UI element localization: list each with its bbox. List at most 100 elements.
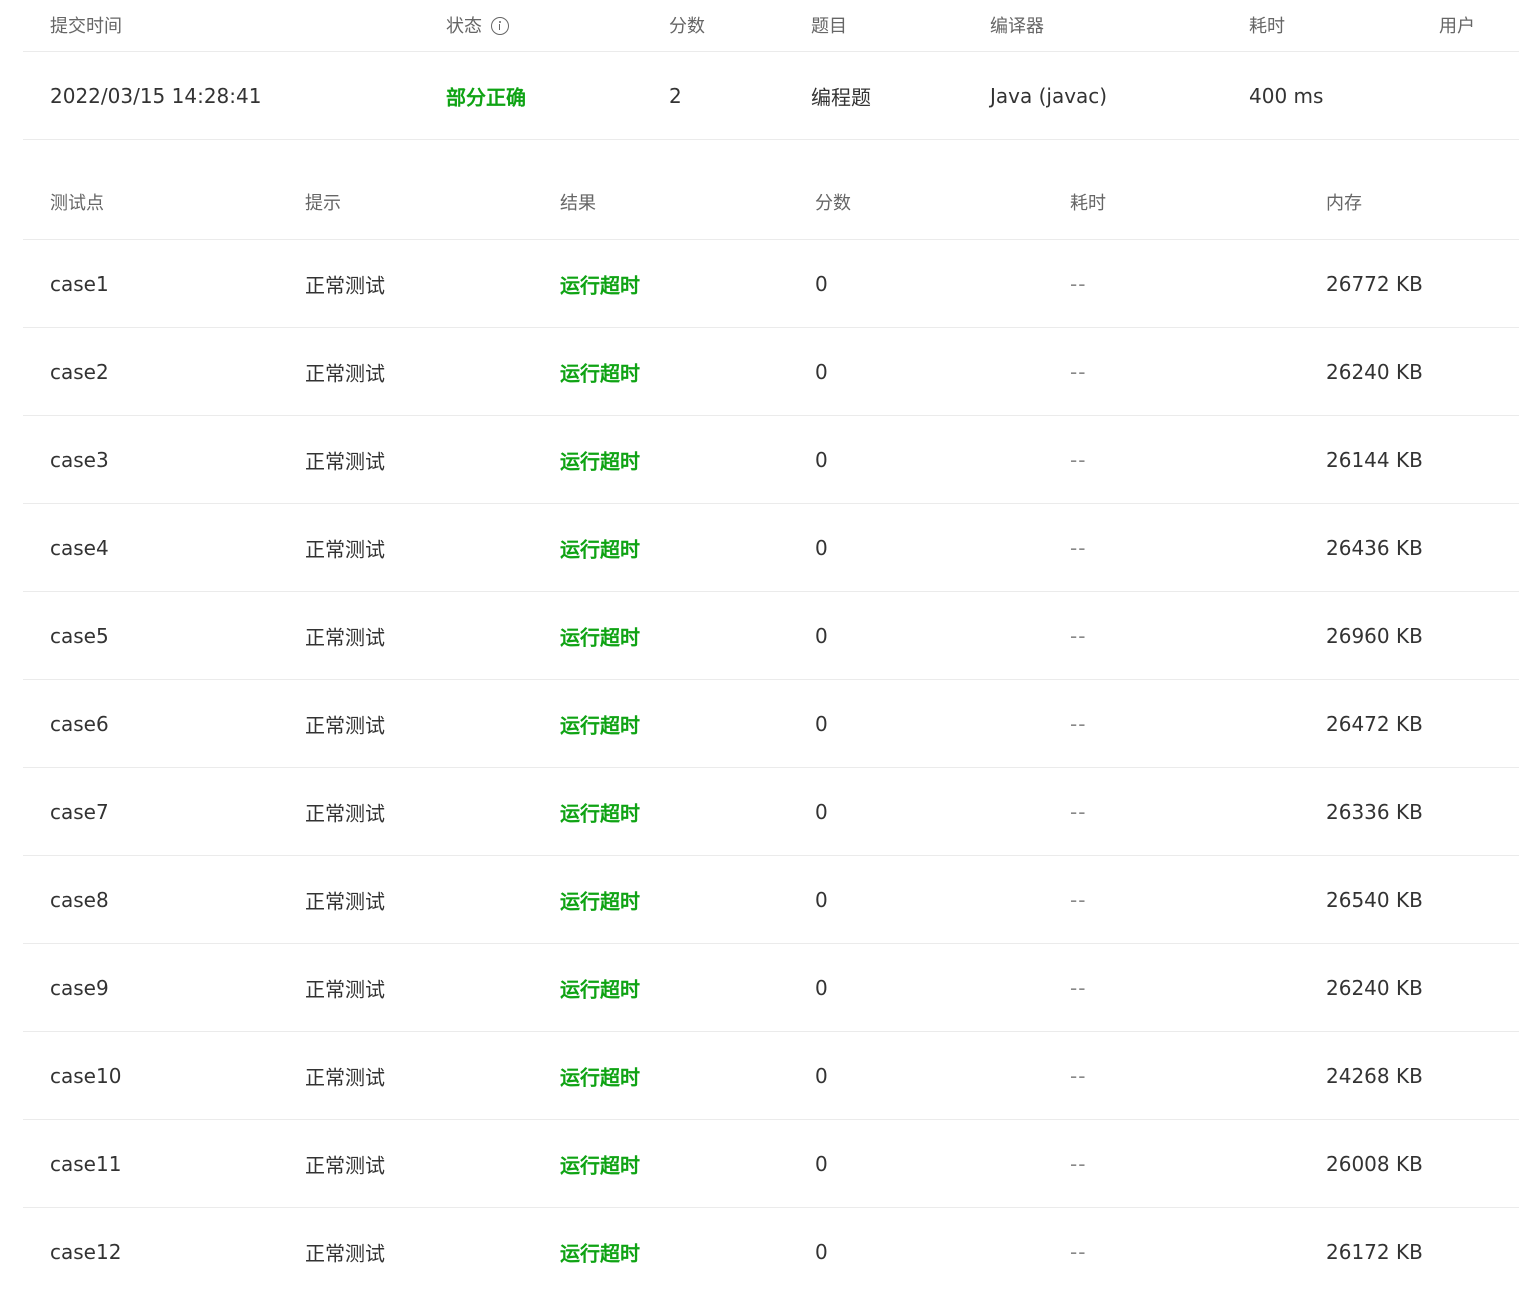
case-memory: 26540 KB [1326,887,1423,912]
header-user: 用户 [1439,16,1475,37]
header-memory: 内存 [1326,193,1362,214]
case-score: 0 [815,535,828,560]
table-row: case3 正常测试 运行超时 0 -- 26144 KB [23,416,1519,504]
case-memory: 26240 KB [1326,359,1423,384]
case-header-row: 测试点 提示 结果 分数 耗时 内存 [23,140,1519,240]
header-case-score: 分数 [815,193,851,214]
case-name: case5 [50,623,109,648]
case-score: 0 [815,1151,828,1176]
case-result: 运行超时 [560,449,640,473]
case-memory: 26008 KB [1326,1151,1423,1176]
case-result: 运行超时 [560,1065,640,1089]
case-name: case11 [50,1151,122,1176]
case-result: 运行超时 [560,713,640,737]
header-status-label: 状态 [446,16,482,37]
case-time: -- [1070,359,1087,384]
case-hint: 正常测试 [305,1065,385,1089]
header-case: 测试点 [50,193,104,214]
case-result: 运行超时 [560,801,640,825]
case-name: case3 [50,447,109,472]
case-time: -- [1070,799,1087,824]
case-hint: 正常测试 [305,801,385,825]
case-time: -- [1070,623,1087,648]
case-time: -- [1070,447,1087,472]
header-status: 状态 [446,12,509,38]
case-result: 运行超时 [560,1241,640,1265]
case-result: 运行超时 [560,889,640,913]
case-time: -- [1070,711,1087,736]
case-memory: 26144 KB [1326,447,1423,472]
info-icon[interactable] [491,17,509,35]
case-score: 0 [815,447,828,472]
case-time: -- [1070,975,1087,1000]
table-row: case2 正常测试 运行超时 0 -- 26240 KB [23,328,1519,416]
case-result: 运行超时 [560,273,640,297]
table-row: case10 正常测试 运行超时 0 -- 24268 KB [23,1032,1519,1120]
case-time: -- [1070,1151,1087,1176]
case-score: 0 [815,1239,828,1264]
case-score: 0 [815,271,828,296]
case-score: 0 [815,1063,828,1088]
case-memory: 26772 KB [1326,271,1423,296]
case-hint: 正常测试 [305,889,385,913]
case-hint: 正常测试 [305,713,385,737]
header-problem: 题目 [811,16,847,37]
case-name: case1 [50,271,109,296]
table-row: case8 正常测试 运行超时 0 -- 26540 KB [23,856,1519,944]
case-score: 0 [815,799,828,824]
submission-duration: 400 ms [1249,83,1324,108]
table-row: case11 正常测试 运行超时 0 -- 26008 KB [23,1120,1519,1208]
case-hint: 正常测试 [305,625,385,649]
header-score: 分数 [669,16,705,37]
case-result: 运行超时 [560,361,640,385]
case-result: 运行超时 [560,537,640,561]
case-name: case9 [50,975,109,1000]
submission-detail: 提交时间 状态 分数 题目 编译器 耗时 用户 2022/03/15 14:28… [23,0,1519,1295]
submission-score: 2 [669,83,682,108]
case-name: case8 [50,887,109,912]
submission-problem: 编程题 [811,85,871,109]
case-time: -- [1070,1239,1087,1264]
header-submit-time: 提交时间 [50,16,122,37]
header-result: 结果 [560,193,596,214]
case-name: case12 [50,1239,122,1264]
submission-compiler: Java (javac) [990,83,1108,108]
header-hint: 提示 [305,193,341,214]
case-score: 0 [815,711,828,736]
case-hint: 正常测试 [305,273,385,297]
table-row: case9 正常测试 运行超时 0 -- 26240 KB [23,944,1519,1032]
header-duration: 耗时 [1249,16,1285,37]
case-score: 0 [815,975,828,1000]
case-time: -- [1070,887,1087,912]
case-name: case4 [50,535,109,560]
table-row: case5 正常测试 运行超时 0 -- 26960 KB [23,592,1519,680]
case-time: -- [1070,535,1087,560]
case-result: 运行超时 [560,1153,640,1177]
case-hint: 正常测试 [305,1153,385,1177]
table-row: case7 正常测试 运行超时 0 -- 26336 KB [23,768,1519,856]
table-row: case1 正常测试 运行超时 0 -- 26772 KB [23,240,1519,328]
submission-header-row: 提交时间 状态 分数 题目 编译器 耗时 用户 [23,0,1519,52]
case-time: -- [1070,271,1087,296]
table-row: case6 正常测试 运行超时 0 -- 26472 KB [23,680,1519,768]
case-score: 0 [815,623,828,648]
case-name: case6 [50,711,109,736]
case-memory: 26172 KB [1326,1239,1423,1264]
case-memory: 26436 KB [1326,535,1423,560]
header-case-time: 耗时 [1070,193,1106,214]
table-row: case12 正常测试 运行超时 0 -- 26172 KB [23,1208,1519,1295]
submission-status: 部分正确 [446,85,526,109]
case-score: 0 [815,359,828,384]
case-name: case10 [50,1063,122,1088]
case-name: case2 [50,359,109,384]
case-hint: 正常测试 [305,361,385,385]
submission-time: 2022/03/15 14:28:41 [50,83,262,108]
case-memory: 26336 KB [1326,799,1423,824]
header-compiler: 编译器 [990,16,1044,37]
case-hint: 正常测试 [305,1241,385,1265]
submission-row: 2022/03/15 14:28:41 部分正确 2 编程题 Java (jav… [23,52,1519,140]
case-hint: 正常测试 [305,977,385,1001]
case-memory: 24268 KB [1326,1063,1423,1088]
case-name: case7 [50,799,109,824]
case-hint: 正常测试 [305,449,385,473]
